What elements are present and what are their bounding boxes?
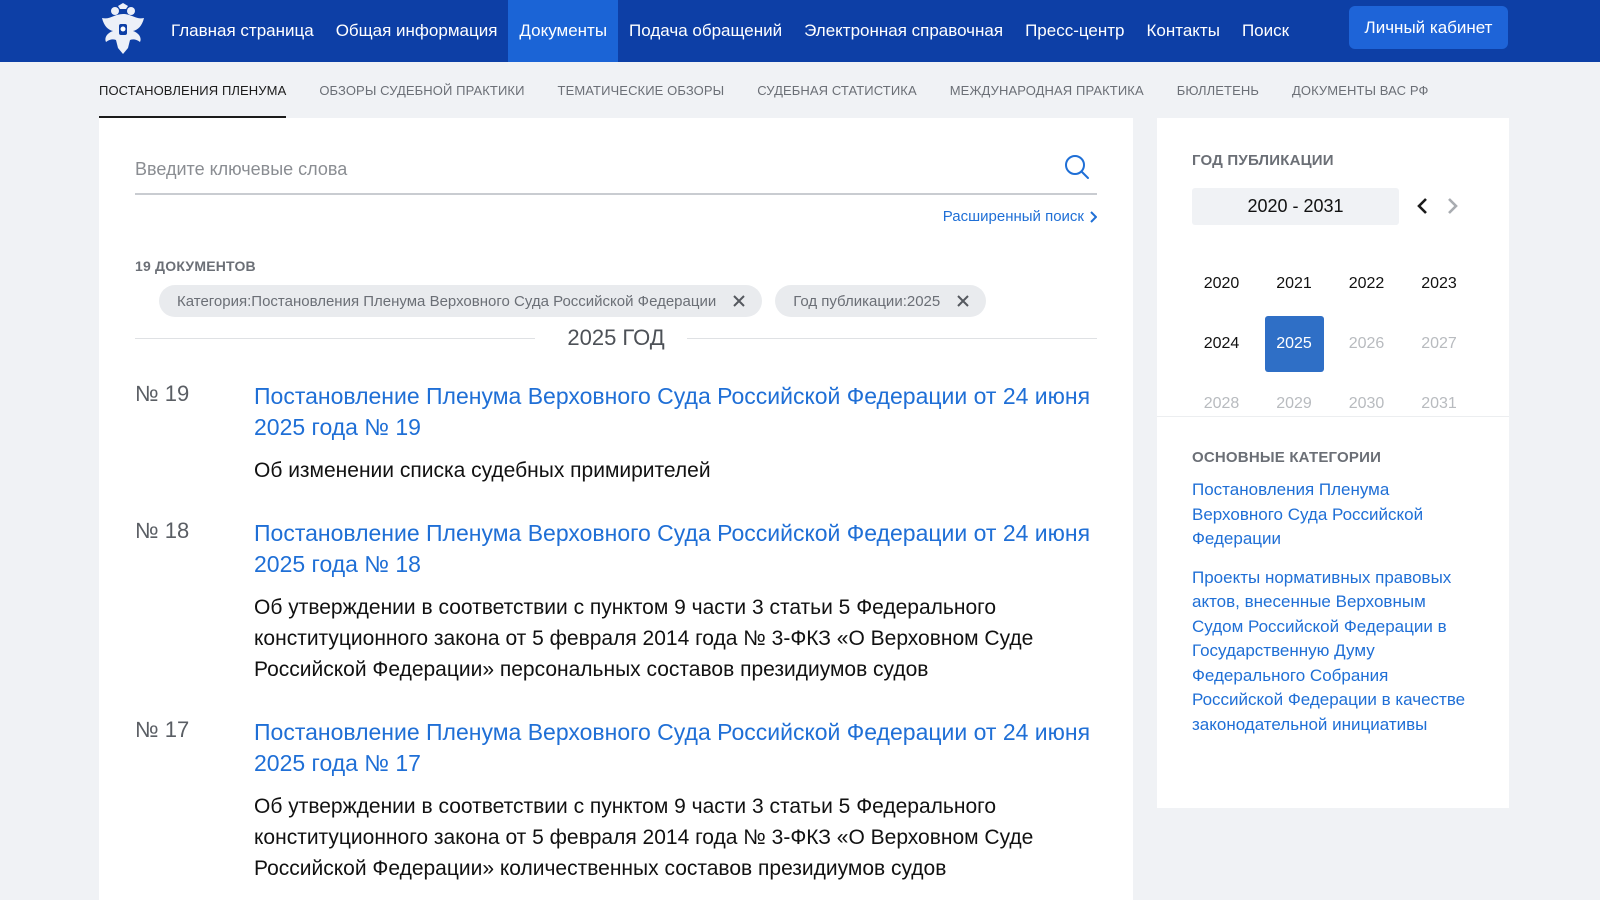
- tab-plenum-resolutions[interactable]: ПОСТАНОВЛЕНИЯ ПЛЕНУМА: [99, 62, 287, 118]
- year-group-label: 2025 ГОД: [135, 325, 1097, 351]
- search-input[interactable]: [135, 154, 1035, 184]
- nav-item-contacts[interactable]: Контакты: [1136, 0, 1231, 62]
- category-link-plenum-resolutions[interactable]: Постановления Пленума Верховного Суда Ро…: [1192, 478, 1472, 552]
- year-option-2031: 2031: [1421, 395, 1457, 412]
- year-option-2027: 2027: [1421, 335, 1457, 352]
- year-option-2023[interactable]: 2023: [1410, 256, 1469, 312]
- close-icon[interactable]: [732, 294, 746, 308]
- nav-item-home[interactable]: Главная страница: [160, 0, 325, 62]
- document-title-link[interactable]: Постановление Пленума Верховного Суда Ро…: [254, 518, 1097, 580]
- nav-item-e-reference[interactable]: Электронная справочная: [793, 0, 1014, 62]
- category-link-draft-legal-acts[interactable]: Проекты нормативных правовых актов, внес…: [1192, 566, 1472, 738]
- active-filters: Категория:Постановления Пленума Верховно…: [159, 285, 987, 317]
- top-navigation-bar: Главная страница Общая информация Докуме…: [0, 0, 1600, 62]
- results-count: 19 ДОКУМЕНТОВ: [135, 258, 256, 274]
- year-option-2030: 2030: [1348, 395, 1385, 412]
- document-number: № 18: [135, 518, 190, 543]
- coat-of-arms-icon[interactable]: [98, 2, 148, 56]
- divider: [1157, 416, 1509, 417]
- year-option-2029: 2029: [1276, 395, 1312, 412]
- document-description: Об утверждении в соответствии с пунктом …: [254, 795, 1034, 880]
- document-number: № 19: [135, 381, 190, 406]
- list-item: № 18 Постановление Пленума Верховного Су…: [135, 518, 1097, 685]
- document-description: Об изменении списка судебных примирителе…: [254, 459, 711, 482]
- year-option-2028: 2028: [1203, 395, 1240, 412]
- main-nav: Главная страница Общая информация Докуме…: [160, 0, 1300, 62]
- documents-subnav: ПОСТАНОВЛЕНИЯ ПЛЕНУМА ОБЗОРЫ СУДЕБНОЙ ПР…: [99, 62, 1428, 118]
- nav-item-press-center[interactable]: Пресс-центр: [1014, 0, 1135, 62]
- chevron-right-icon: [1090, 210, 1097, 223]
- search-box: [135, 146, 1097, 195]
- tab-thematic-reviews[interactable]: ТЕМАТИЧЕСКИЕ ОБЗОРЫ: [558, 62, 725, 118]
- search-icon[interactable]: [1063, 153, 1091, 181]
- advanced-search-label: Расширенный поиск: [942, 208, 1084, 225]
- document-description: Об утверждении в соответствии с пунктом …: [254, 596, 1034, 681]
- year-range-label: 2020 - 2031: [1192, 188, 1399, 225]
- document-title-link[interactable]: Постановление Пленума Верховного Суда Ро…: [254, 717, 1097, 779]
- year-option-2025[interactable]: 2025: [1264, 316, 1324, 372]
- tab-international-practice[interactable]: МЕЖДУНАРОДНАЯ ПРАКТИКА: [950, 62, 1144, 118]
- tab-vas-documents[interactable]: ДОКУМЕНТЫ ВАС РФ: [1292, 62, 1428, 118]
- advanced-search-link[interactable]: Расширенный поиск: [943, 208, 1097, 225]
- category-list: Постановления Пленума Верховного Суда Ро…: [1192, 478, 1472, 751]
- nav-item-documents[interactable]: Документы: [508, 0, 619, 62]
- close-icon[interactable]: [956, 294, 970, 308]
- list-item: № 17 Постановление Пленума Верховного Су…: [135, 717, 1097, 884]
- filter-chip-label: Год публикации:2025: [793, 292, 941, 310]
- year-option-2026: 2026: [1348, 335, 1385, 352]
- chevron-right-icon[interactable]: [1441, 194, 1463, 218]
- publication-year-heading: ГОД ПУБЛИКАЦИИ: [1192, 152, 1334, 169]
- chevron-left-icon[interactable]: [1412, 194, 1434, 218]
- filter-chip-category: Категория:Постановления Пленума Верховно…: [159, 285, 763, 317]
- filter-chip-year: Год публикации:2025: [775, 285, 987, 317]
- tab-bulletin[interactable]: БЮЛЛЕТЕНЬ: [1177, 62, 1259, 118]
- year-group-divider: 2025 ГОД: [135, 323, 1097, 353]
- list-item: № 19 Постановление Пленума Верховного Су…: [135, 381, 1097, 486]
- filter-sidebar: ГОД ПУБЛИКАЦИИ 2020 - 2031 2020 2021 2022 2…: [1157, 118, 1509, 808]
- document-number: № 17: [135, 717, 190, 742]
- document-title-link[interactable]: Постановление Пленума Верховного Суда Ро…: [254, 381, 1097, 443]
- nav-item-general-info[interactable]: Общая информация: [325, 0, 509, 62]
- results-panel: Расширенный поиск 19 ДОКУМЕНТОВ Категори…: [99, 118, 1133, 900]
- year-option-2022[interactable]: 2022: [1337, 256, 1396, 312]
- year-option-2020[interactable]: 2020: [1192, 256, 1251, 312]
- document-list: № 19 Постановление Пленума Верховного Су…: [135, 381, 1097, 900]
- filter-chip-label: Категория:Постановления Пленума Верховно…: [177, 292, 717, 310]
- personal-account-button[interactable]: Личный кабинет: [1349, 6, 1508, 49]
- year-option-2021[interactable]: 2021: [1265, 256, 1324, 312]
- nav-item-appeals[interactable]: Подача обращений: [618, 0, 793, 62]
- tab-judicial-statistics[interactable]: СУДЕБНАЯ СТАТИСТИКА: [757, 62, 917, 118]
- tab-judicial-practice-reviews[interactable]: ОБЗОРЫ СУДЕБНОЙ ПРАКТИКИ: [319, 62, 524, 118]
- main-categories-heading: ОСНОВНЫЕ КАТЕГОРИИ: [1192, 449, 1382, 466]
- nav-item-search[interactable]: Поиск: [1231, 0, 1300, 62]
- year-option-2024[interactable]: 2024: [1192, 316, 1251, 372]
